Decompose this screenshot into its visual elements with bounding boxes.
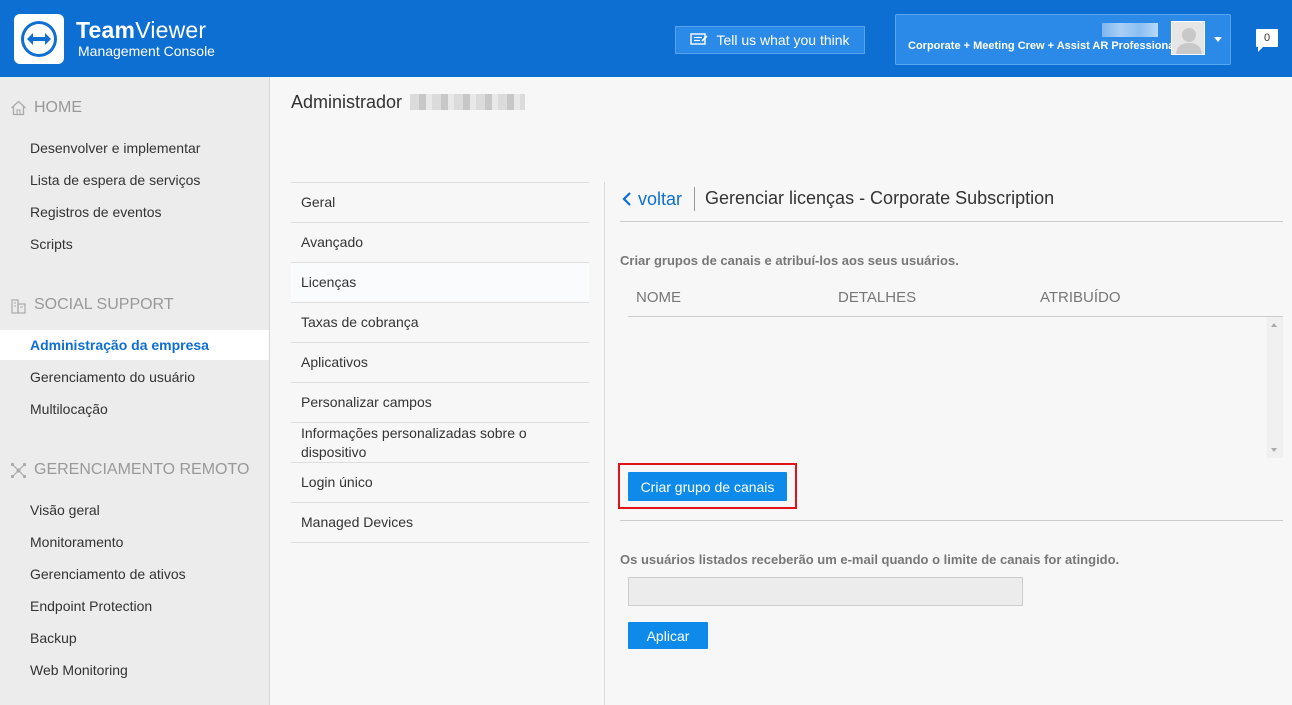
sidebar-section-label: SOCIAL SUPPORT xyxy=(34,296,174,313)
sidebar-item-desenvolver[interactable]: Desenvolver e implementar xyxy=(0,133,269,163)
feedback-icon xyxy=(690,33,709,45)
brand-name-bold: Team xyxy=(76,17,136,43)
sidebar-section-social-support: SOCIAL SUPPORT xyxy=(10,294,174,316)
panel-divider xyxy=(604,182,605,705)
sidebar-section-label: HOME xyxy=(34,99,82,116)
subnav-item-geral[interactable]: Geral xyxy=(291,183,589,223)
apply-button[interactable]: Aplicar xyxy=(628,622,708,649)
divider xyxy=(620,520,1283,521)
column-header-detalhes[interactable]: DETALHES xyxy=(838,289,916,306)
subnav-item-taxas[interactable]: Taxas de cobrança xyxy=(291,303,589,343)
sidebar: HOME Desenvolver e implementar Lista de … xyxy=(0,77,270,705)
scroll-down-icon[interactable] xyxy=(1271,448,1277,452)
sidebar-item-endpoint[interactable]: Endpoint Protection xyxy=(0,591,269,621)
divider xyxy=(620,221,1283,222)
email-recipients-input[interactable] xyxy=(628,577,1023,606)
account-menu[interactable]: Corporate + Meeting Crew + Assist AR Pro… xyxy=(895,14,1231,65)
avatar[interactable] xyxy=(1171,21,1205,55)
sidebar-item-lista-espera[interactable]: Lista de espera de serviços xyxy=(0,165,269,195)
notification-count: 0 xyxy=(1263,32,1271,44)
sidebar-item-monitoramento[interactable]: Monitoramento xyxy=(0,527,269,557)
network-icon xyxy=(10,462,27,478)
sidebar-item-scripts[interactable]: Scripts xyxy=(0,229,269,259)
user-avatar-icon xyxy=(1172,22,1204,54)
back-link[interactable]: voltar xyxy=(622,188,682,210)
sidebar-item-web-monitoring[interactable]: Web Monitoring xyxy=(0,655,269,685)
company-name-redacted xyxy=(410,94,525,110)
breadcrumb-separator xyxy=(694,187,695,211)
home-icon xyxy=(11,100,26,116)
sidebar-section-remote: GERENCIAMENTO REMOTO xyxy=(10,459,249,481)
brand-name-rest: Viewer xyxy=(135,17,207,43)
table-scrollbar[interactable] xyxy=(1267,317,1283,458)
panel-title: Gerenciar licenças - Corporate Subscript… xyxy=(705,188,1055,208)
building-icon xyxy=(11,298,26,314)
chevron-left-icon xyxy=(622,192,631,206)
feedback-button[interactable]: Tell us what you think xyxy=(675,26,865,54)
create-channel-group-button[interactable]: Criar grupo de canais xyxy=(628,472,787,501)
column-header-atribuido[interactable]: ATRIBUÍDO xyxy=(1040,289,1121,306)
feedback-label: Tell us what you think xyxy=(716,32,850,48)
sidebar-item-registros[interactable]: Registros de eventos xyxy=(0,197,269,227)
sidebar-item-gerenciamento-usuario[interactable]: Gerenciamento do usuário xyxy=(0,362,269,392)
notice-text: Os usuários listados receberão um e-mail… xyxy=(620,552,1120,567)
sidebar-item-visao-geral[interactable]: Visão geral xyxy=(0,495,269,525)
subnav-item-managed-devices[interactable]: Managed Devices xyxy=(291,503,589,543)
panel-description: Criar grupos de canais e atribuí-los aos… xyxy=(620,253,959,268)
page-title: Administrador xyxy=(291,92,403,112)
chevron-down-icon[interactable] xyxy=(1214,37,1222,42)
sidebar-item-backup[interactable]: Backup xyxy=(0,623,269,653)
account-plan: Corporate + Meeting Crew + Assist AR Pro… xyxy=(908,40,1178,52)
subnav-item-info-dispositivo[interactable]: Informações personalizadas sobre o dispo… xyxy=(291,423,589,463)
table-header-divider xyxy=(628,316,1283,317)
subnav-item-personalizar[interactable]: Personalizar campos xyxy=(291,383,589,423)
subnav-item-aplicativos[interactable]: Aplicativos xyxy=(291,343,589,383)
subnav-item-licencas[interactable]: Licenças xyxy=(291,263,589,303)
top-header: TeamViewer Management Console Tell us wh… xyxy=(0,0,1292,77)
brand-title: TeamViewer Management Console xyxy=(76,17,215,59)
subnav-item-avancado[interactable]: Avançado xyxy=(291,223,589,263)
subnav-item-login[interactable]: Login único xyxy=(291,463,589,503)
brand-subtitle: Management Console xyxy=(78,43,215,59)
sidebar-item-multilocacao[interactable]: Multilocação xyxy=(0,394,269,424)
settings-subnav: Geral Avançado Licenças Taxas de cobranç… xyxy=(291,182,589,543)
back-label: voltar xyxy=(638,188,683,209)
column-header-nome[interactable]: NOME xyxy=(636,289,681,306)
teamviewer-logo-icon[interactable] xyxy=(14,14,64,64)
sidebar-item-ativos[interactable]: Gerenciamento de ativos xyxy=(0,559,269,589)
sidebar-section-home: HOME xyxy=(10,97,82,119)
sidebar-item-administracao[interactable]: Administração da empresa xyxy=(0,330,269,360)
notifications-icon[interactable]: 0 xyxy=(1256,29,1278,52)
sidebar-section-label: GERENCIAMENTO REMOTO xyxy=(34,461,250,478)
account-name-redacted xyxy=(1102,23,1158,37)
scroll-up-icon[interactable] xyxy=(1271,323,1277,327)
